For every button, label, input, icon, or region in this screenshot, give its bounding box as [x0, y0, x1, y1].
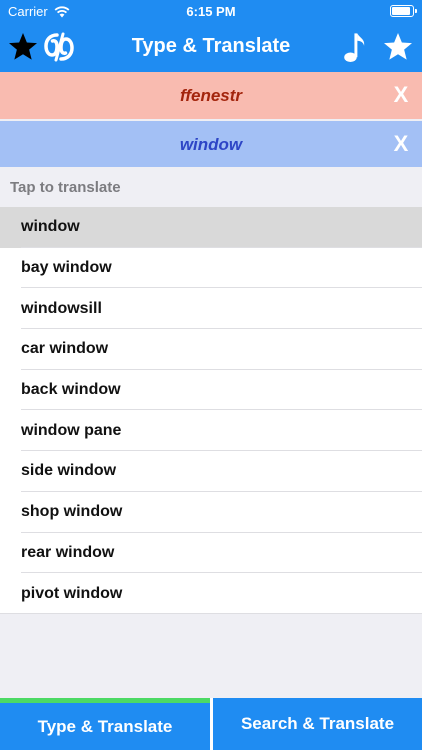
list-item-label: side window: [21, 462, 117, 480]
target-text-box[interactable]: window X: [0, 121, 422, 167]
list-item[interactable]: side window: [0, 451, 422, 492]
list-item-label: back window: [21, 381, 121, 399]
suggestions-header: Tap to translate: [0, 167, 422, 207]
nav-bar: Type & Translate: [0, 22, 422, 72]
list-item[interactable]: window: [0, 207, 422, 248]
list-item-label: windowsill: [21, 299, 102, 317]
tab-type-translate[interactable]: Type & Translate: [0, 698, 210, 750]
list-item-label: pivot window: [21, 584, 123, 602]
music-note-icon[interactable]: [338, 30, 372, 64]
list-item-label: rear window: [21, 543, 115, 561]
source-text-box[interactable]: ffenestr X: [0, 72, 422, 119]
list-item[interactable]: bay window: [0, 247, 422, 289]
list-item[interactable]: rear window: [0, 532, 422, 574]
battery-level: [392, 7, 411, 15]
list-item[interactable]: back window: [0, 369, 422, 411]
list-item-label: shop window: [21, 503, 123, 521]
status-bar: Carrier 6:15 PM: [0, 0, 422, 22]
status-time: 6:15 PM: [186, 4, 236, 19]
list-item[interactable]: windowsill: [0, 288, 422, 330]
suggestions-list: window bay window windowsill car window back…: [0, 207, 422, 614]
target-text: window: [179, 135, 243, 154]
battery-icon: [390, 5, 417, 17]
list-item[interactable]: pivot window: [0, 573, 422, 614]
white-star-icon[interactable]: [381, 30, 415, 64]
clear-target-button[interactable]: X: [386, 129, 416, 159]
list-item-label: car window: [21, 340, 109, 358]
tab-search-translate[interactable]: Search & Translate: [213, 698, 422, 750]
list-item[interactable]: car window: [0, 329, 422, 370]
list-item-label: bay window: [21, 259, 112, 277]
tab-bar: Type & Translate Search & Translate: [0, 698, 422, 750]
source-text: ffenestr: [179, 86, 243, 105]
list-item[interactable]: shop window: [0, 491, 422, 533]
clear-source-button[interactable]: X: [386, 80, 416, 110]
list-item-label: window: [21, 218, 80, 236]
list-item[interactable]: window pane: [0, 410, 422, 452]
list-item-label: window pane: [21, 421, 122, 439]
